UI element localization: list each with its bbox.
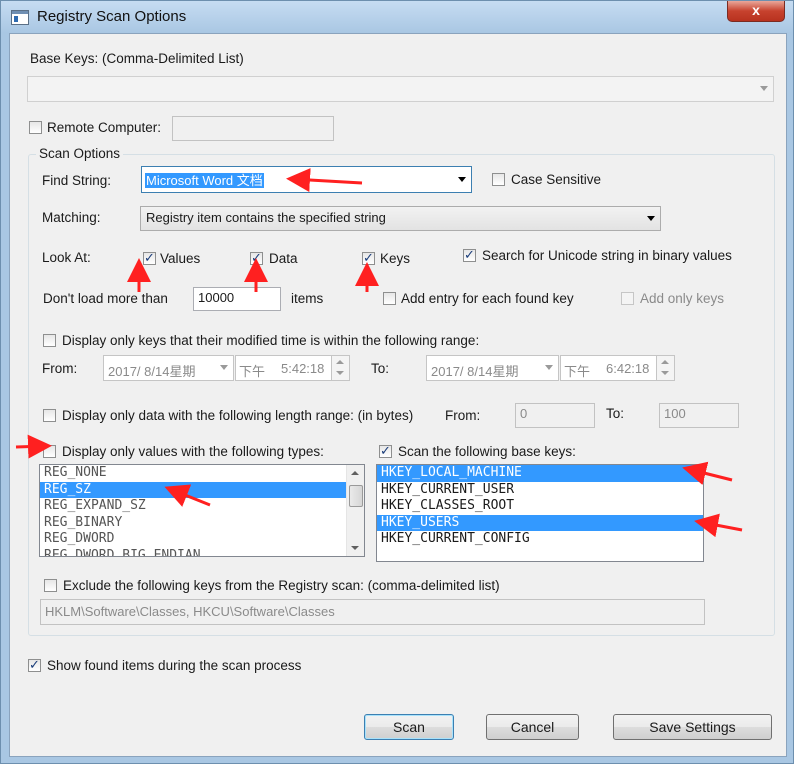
annotation-arrow — [15, 434, 52, 459]
annotation-arrow — [694, 513, 743, 538]
annotation-arrow — [286, 168, 363, 193]
annotation-overlay — [15, 168, 743, 538]
annotation-arrow — [164, 484, 211, 507]
annotation-arrow — [682, 461, 733, 486]
